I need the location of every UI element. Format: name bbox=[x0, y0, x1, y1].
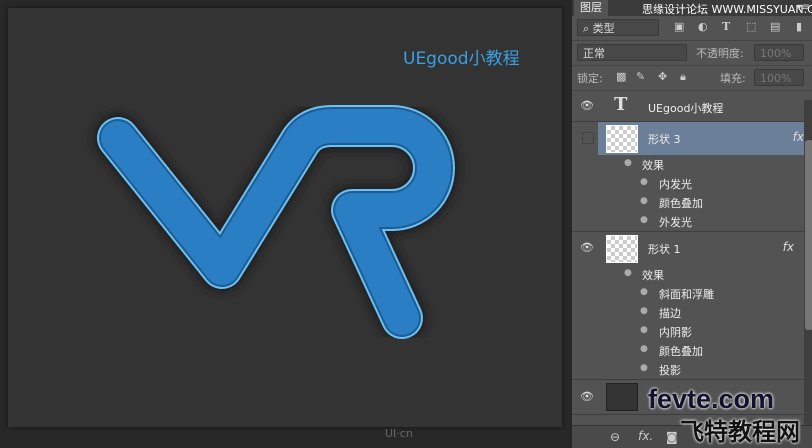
effect-item[interactable]: 颜色叠加 bbox=[659, 195, 703, 211]
scrollbar-thumb[interactable] bbox=[805, 140, 812, 330]
add-style-icon[interactable]: fx. bbox=[638, 429, 653, 443]
effect-item[interactable]: 外发光 bbox=[659, 214, 692, 230]
layer-text[interactable]: 👁︎ T UEgood小教程 bbox=[572, 91, 812, 122]
lock-transparent-icon[interactable]: ▩ bbox=[616, 70, 626, 83]
shape-filter-icon[interactable]: ⬚ bbox=[746, 20, 756, 33]
image-filter-icon[interactable]: ▣ bbox=[674, 20, 684, 33]
lock-label: 锁定: bbox=[577, 72, 603, 85]
effect-item[interactable]: 投影 bbox=[659, 362, 681, 378]
link-layers-icon[interactable]: ⊖ bbox=[610, 430, 620, 444]
effects-label: 效果 bbox=[642, 159, 664, 172]
lock-position-icon[interactable]: ✥ bbox=[658, 70, 667, 83]
vr-logo-shape bbox=[93, 101, 459, 343]
layer-name: 形状 1 bbox=[648, 243, 681, 256]
effect-item[interactable]: 描边 bbox=[659, 305, 681, 321]
eye-icon[interactable]: ● bbox=[640, 306, 648, 316]
tab-layers[interactable]: 图层 bbox=[574, 0, 608, 16]
watermark-missyuan: 思缘设计论坛 WWW.MISSYUAN.COM bbox=[642, 3, 812, 16]
effects-label: 效果 bbox=[642, 269, 664, 282]
layer-shape-3[interactable]: 形状 3 fx ● 效果 ● 内发光 ● 颜色叠加 ● 外发光 bbox=[572, 122, 812, 232]
canvas-text: UEgood小教程 bbox=[403, 49, 520, 69]
panel-menu-icon[interactable]: ▾≡ bbox=[797, 2, 810, 13]
layer-shape-1[interactable]: 👁︎ 形状 1 fx ● 效果 ● 斜面和浮雕 ● 描边 ● 内阴影 ● 颜色叠加 ● 投影 bbox=[572, 232, 812, 380]
fevte-watermark: fevte.com bbox=[648, 384, 775, 414]
uicn-watermark: UI·cn bbox=[385, 427, 413, 440]
type-filter-icon[interactable]: T bbox=[722, 20, 730, 33]
fx-icon[interactable]: fx bbox=[793, 130, 804, 144]
effect-item[interactable]: 内阴影 bbox=[659, 324, 692, 340]
smart-object-filter-icon[interactable]: ▤ bbox=[770, 20, 780, 33]
eye-icon[interactable]: 👁︎ bbox=[580, 99, 594, 112]
blend-mode-select[interactable]: 正常 bbox=[577, 44, 687, 61]
fill-input[interactable]: 100% bbox=[754, 69, 804, 86]
scrollbar[interactable] bbox=[804, 100, 812, 425]
layer-name: 形状 3 bbox=[648, 133, 681, 146]
eye-icon[interactable]: ● bbox=[640, 344, 648, 354]
add-mask-icon[interactable]: ◙ bbox=[666, 430, 678, 444]
eye-icon[interactable]: ● bbox=[640, 325, 648, 335]
eye-icon[interactable]: ● bbox=[624, 268, 632, 278]
eye-icon[interactable]: ● bbox=[624, 158, 632, 168]
eye-icon[interactable]: ● bbox=[640, 196, 648, 206]
eye-icon[interactable]: ● bbox=[640, 287, 648, 297]
effect-item[interactable]: 斜面和浮雕 bbox=[659, 286, 714, 302]
eye-icon[interactable]: ● bbox=[640, 363, 648, 373]
effect-item[interactable]: 内发光 bbox=[659, 176, 692, 192]
layers-panel: 图层 思缘设计论坛 WWW.MISSYUAN.COM ▾≡ ⌕ 类型 ▣ ◐ T… bbox=[570, 0, 812, 448]
opacity-input[interactable]: 100% bbox=[754, 44, 804, 61]
lock-brush-icon[interactable]: ✎ bbox=[636, 70, 645, 83]
opacity-label: 不透明度: bbox=[696, 47, 744, 60]
search-icon: ⌕ bbox=[583, 22, 593, 35]
layer-thumbnail bbox=[606, 235, 638, 263]
filter-kind-value: 类型 bbox=[592, 22, 615, 35]
eye-icon[interactable]: ● bbox=[640, 215, 648, 225]
document-canvas[interactable]: UEgood小教程 bbox=[8, 8, 562, 427]
lock-all-icon[interactable]: 🔒︎ bbox=[680, 70, 686, 84]
fevte-watermark-cn: 飞特教程网 bbox=[680, 418, 800, 446]
adjustment-filter-icon[interactable]: ◐ bbox=[698, 20, 708, 33]
fill-label: 填充: bbox=[720, 72, 746, 85]
eye-icon[interactable]: ● bbox=[640, 177, 648, 187]
layer-name: UEgood小教程 bbox=[648, 102, 724, 115]
eye-icon[interactable]: 👁︎ bbox=[580, 241, 594, 254]
visibility-toggle-off[interactable] bbox=[582, 132, 594, 144]
filter-toggle[interactable]: ▮ bbox=[796, 20, 802, 33]
filter-kind-select[interactable]: ⌕ 类型 bbox=[577, 19, 659, 36]
fx-icon[interactable]: fx bbox=[783, 240, 794, 254]
canvas-area: UEgood小教程 UI·cn bbox=[0, 0, 570, 448]
effect-item[interactable]: 颜色叠加 bbox=[659, 343, 703, 359]
layer-thumbnail bbox=[606, 383, 638, 411]
layer-thumbnail bbox=[606, 125, 638, 153]
eye-icon[interactable]: 👁︎ bbox=[580, 390, 594, 403]
text-layer-icon: T bbox=[614, 94, 628, 115]
